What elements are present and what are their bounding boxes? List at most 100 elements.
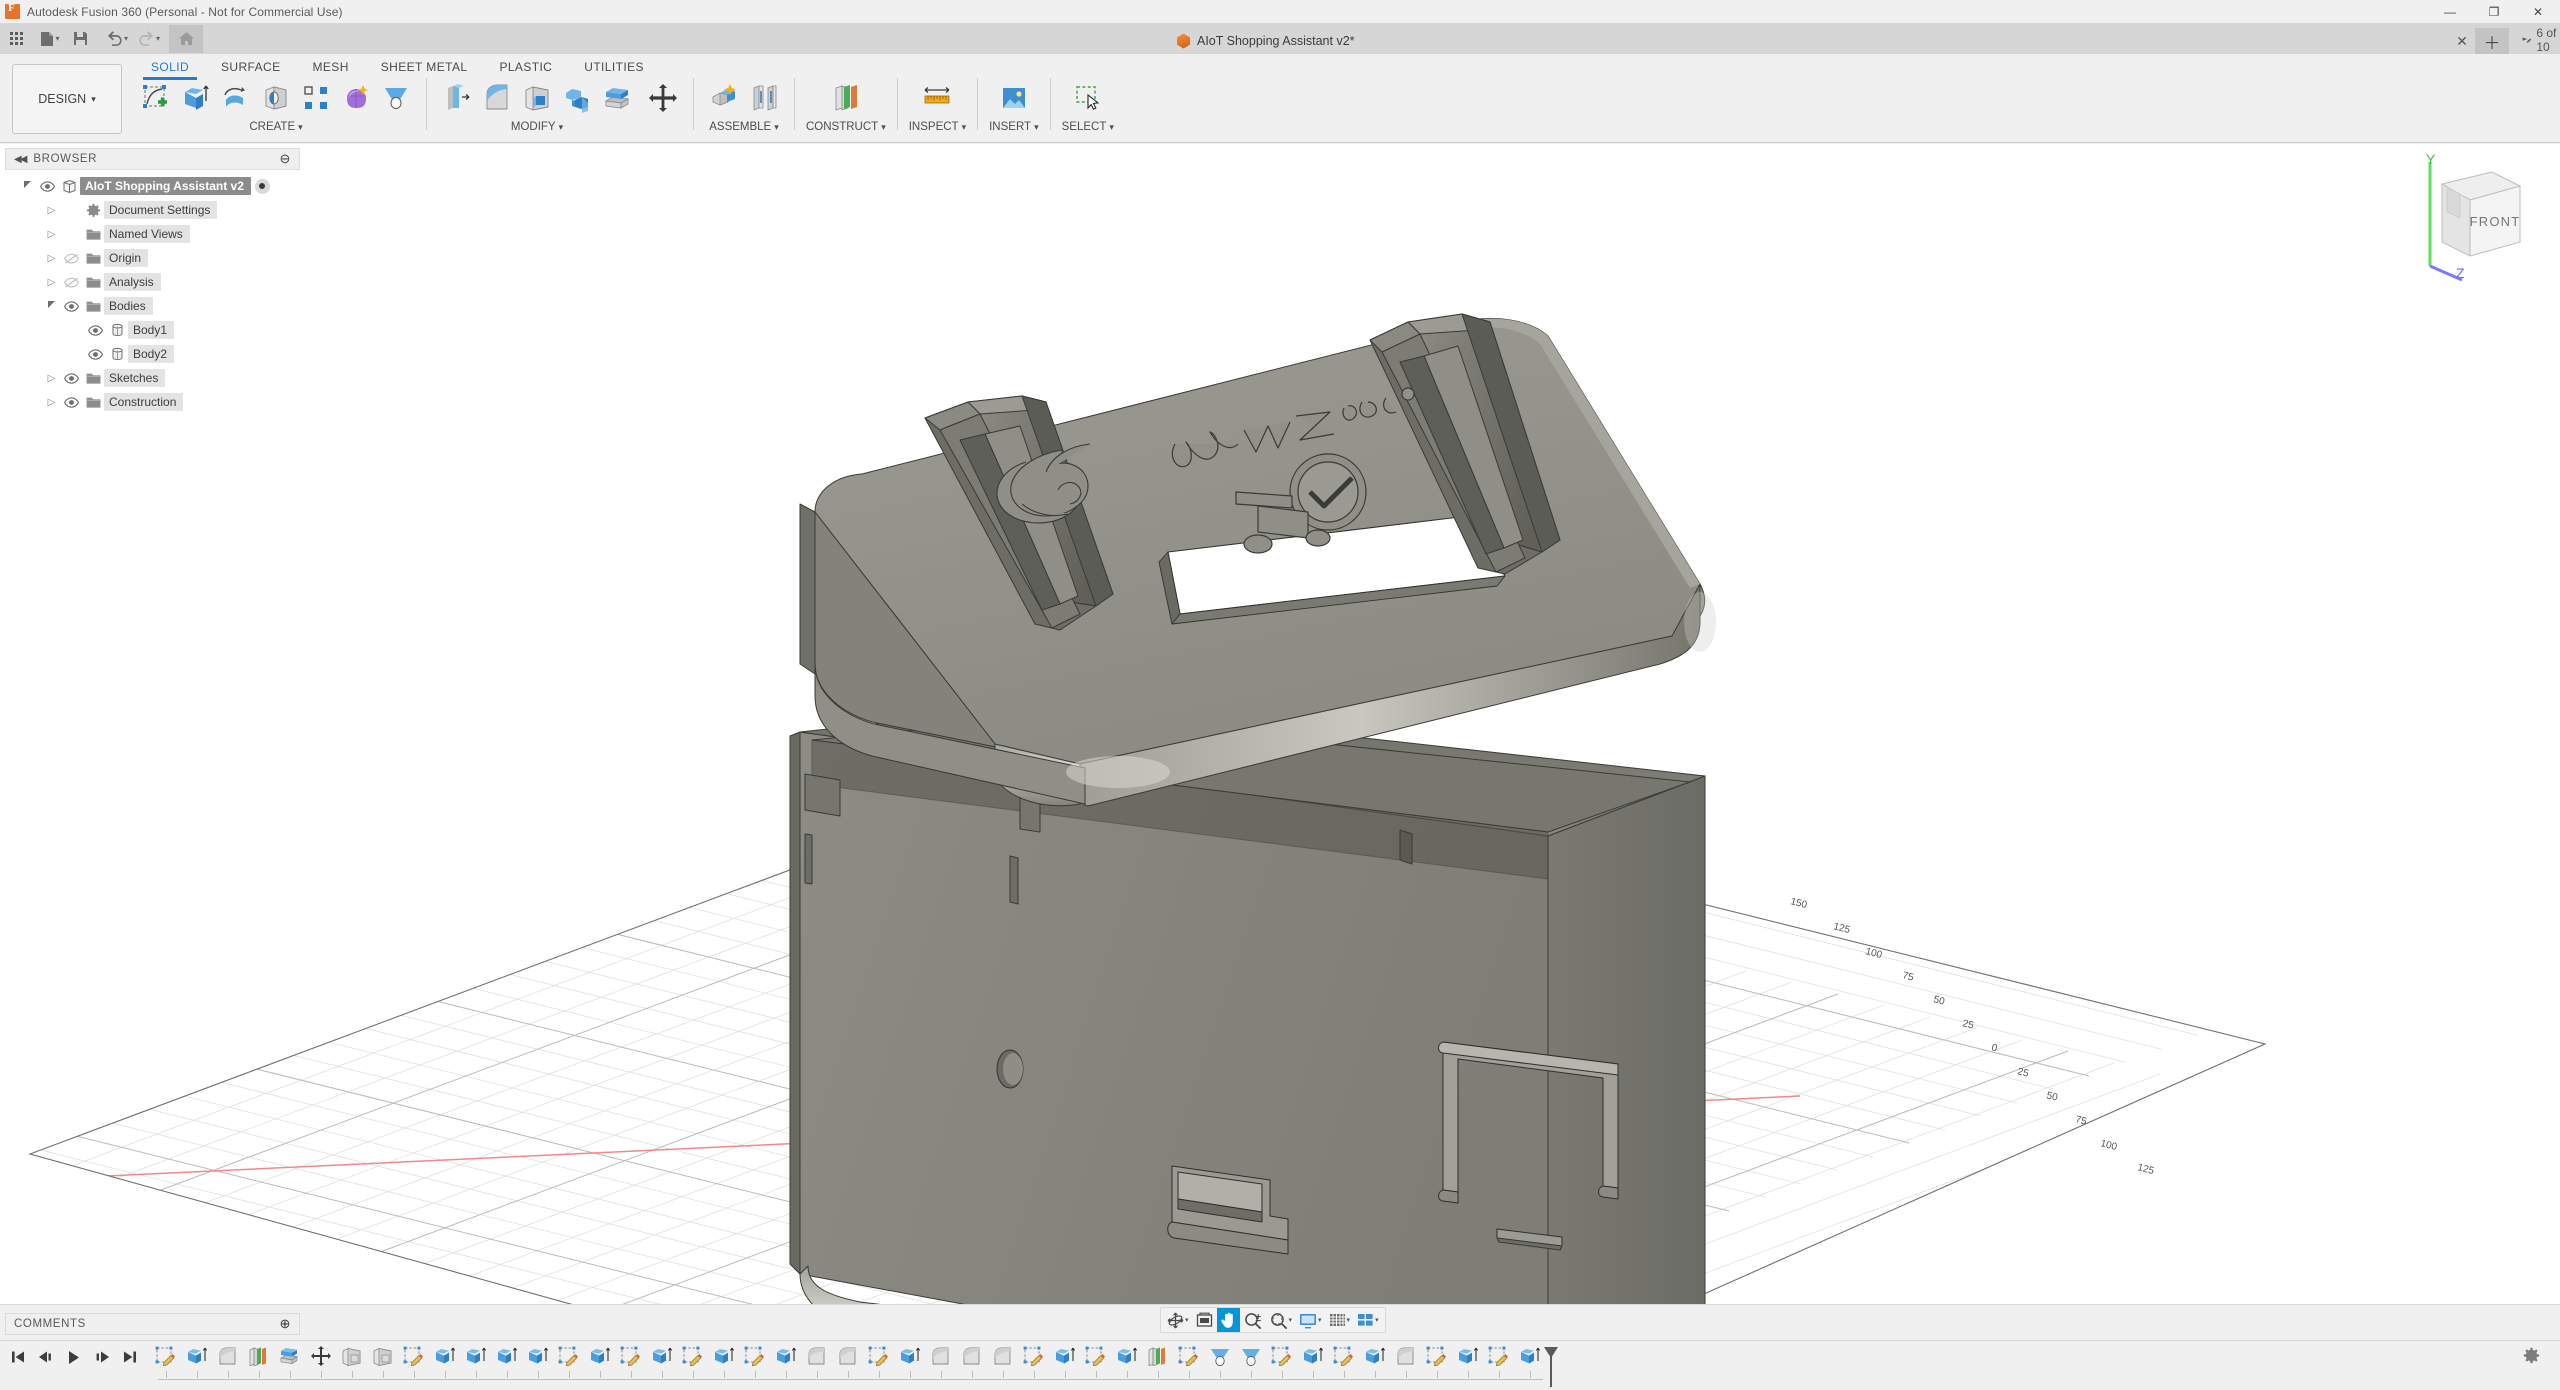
tree-item-bodies[interactable]: Bodies [5, 294, 300, 318]
maximize-button[interactable]: ❐ [2472, 0, 2516, 23]
expand-arrow-icon[interactable] [19, 180, 36, 193]
panel-select-label[interactable]: SELECT ▾ [1062, 121, 1114, 133]
pan-button[interactable] [1217, 1308, 1240, 1332]
timeline-feature-extrude[interactable] [1514, 1341, 1545, 1371]
tree-item-analysis[interactable]: ▷Analysis [5, 270, 300, 294]
timeline-track[interactable] [150, 1341, 1545, 1387]
zoom-button[interactable] [1241, 1308, 1266, 1332]
insert-image-icon[interactable] [995, 78, 1033, 118]
tree-item-document-settings[interactable]: ▷Document Settings [5, 198, 300, 222]
comments-panel[interactable]: COMMENTS ⊕ [5, 1313, 300, 1335]
timeline-feature-extrude[interactable] [429, 1341, 460, 1371]
view-cube[interactable]: Y Z FRONT [2400, 154, 2530, 284]
grid-snaps-button[interactable]: ▾ [1326, 1308, 1354, 1332]
visibility-on-icon[interactable] [60, 373, 82, 384]
collapse-arrow-icon[interactable]: ▷ [43, 253, 60, 264]
tree-item-body1[interactable]: Body1 [5, 318, 300, 342]
tree-item-body2[interactable]: Body2 [5, 342, 300, 366]
timeline-feature-extrude[interactable] [1049, 1341, 1080, 1371]
construct-plane-icon[interactable] [827, 78, 865, 118]
timeline-feature-fillet[interactable] [212, 1341, 243, 1371]
timeline-feature-shell[interactable] [336, 1341, 367, 1371]
visibility-on-icon[interactable] [84, 349, 106, 360]
chevron-down-icon[interactable]: ▾ [1318, 1316, 1322, 1324]
activate-component-radio[interactable] [255, 179, 270, 194]
timeline-feature-fillet[interactable] [1390, 1341, 1421, 1371]
chevron-down-icon[interactable]: ▾ [1185, 1316, 1189, 1324]
timeline-feature-sketch[interactable] [1173, 1341, 1204, 1371]
visibility-on-icon[interactable] [36, 181, 58, 192]
new-tab-button[interactable]: ＋ [2475, 28, 2509, 54]
timeline-feature-sketch[interactable] [398, 1341, 429, 1371]
tab-solid[interactable]: SOLID [135, 58, 205, 80]
timeline-feature-extrude[interactable] [1111, 1341, 1142, 1371]
timeline-feature-extrude[interactable] [708, 1341, 739, 1371]
timeline-feature-loft[interactable] [1204, 1341, 1235, 1371]
tree-item-origin[interactable]: ▷Origin [5, 246, 300, 270]
revolve-icon[interactable] [217, 78, 255, 118]
timeline-feature-sketch[interactable] [1266, 1341, 1297, 1371]
job-status-button[interactable]: 6 of 10 [2515, 28, 2560, 52]
chevron-down-icon[interactable]: ▾ [1375, 1316, 1379, 1324]
timeline-feature-extrude[interactable] [770, 1341, 801, 1371]
timeline-feature-loft[interactable] [1235, 1341, 1266, 1371]
tab-utilities[interactable]: UTILITIES [568, 58, 660, 80]
timeline-feature-extrude[interactable] [181, 1341, 212, 1371]
redo-button[interactable]: ▾ [135, 25, 163, 53]
timeline-feature-fillet[interactable] [956, 1341, 987, 1371]
rectangular-pattern-icon[interactable] [297, 78, 335, 118]
visibility-off-icon[interactable] [60, 277, 82, 288]
timeline-feature-sketch[interactable] [863, 1341, 894, 1371]
chevron-down-icon[interactable]: ▾ [55, 34, 59, 43]
loft-icon[interactable] [377, 78, 415, 118]
go-to-beginning-button[interactable] [6, 1342, 30, 1372]
go-to-end-button[interactable] [118, 1342, 142, 1372]
collapse-arrow-icon[interactable]: ▷ [43, 397, 60, 408]
timeline-feature-sketch[interactable] [1421, 1341, 1452, 1371]
timeline-feature-offset-face[interactable] [274, 1341, 305, 1371]
orbit-button[interactable]: ▾ [1164, 1308, 1192, 1332]
display-settings-button[interactable]: ▾ [1296, 1308, 1325, 1332]
visibility-on-icon[interactable] [60, 397, 82, 408]
close-tab-button[interactable]: ✕ [2453, 32, 2471, 50]
collapse-arrow-icon[interactable]: ▷ [43, 277, 60, 288]
timeline-feature-construct-plane[interactable] [1142, 1341, 1173, 1371]
tree-item-named-views[interactable]: ▷Named Views [5, 222, 300, 246]
timeline-feature-sketch[interactable] [150, 1341, 181, 1371]
timeline-feature-extrude[interactable] [1297, 1341, 1328, 1371]
timeline-feature-fillet[interactable] [801, 1341, 832, 1371]
play-button[interactable] [62, 1342, 86, 1372]
collapse-arrow-icon[interactable]: ▷ [43, 205, 60, 216]
hole-icon[interactable] [257, 78, 295, 118]
offset-face-icon[interactable] [598, 78, 636, 118]
timeline-feature-extrude[interactable] [894, 1341, 925, 1371]
timeline-feature-extrude[interactable] [584, 1341, 615, 1371]
select-window-icon[interactable] [1069, 78, 1107, 118]
timeline-feature-sketch[interactable] [1328, 1341, 1359, 1371]
minimize-button[interactable]: — [2428, 0, 2472, 23]
panel-modify-label[interactable]: MODIFY ▾ [511, 121, 563, 133]
timeline-feature-sketch[interactable] [1483, 1341, 1514, 1371]
timeline-playhead[interactable] [1543, 1347, 1559, 1387]
extrude-icon[interactable] [177, 78, 215, 118]
document-tab[interactable]: AIoT Shopping Assistant v2* [1165, 28, 1367, 54]
tab-surface[interactable]: SURFACE [205, 58, 296, 80]
chevron-down-icon[interactable]: ▾ [156, 34, 160, 43]
measure-icon[interactable] [918, 78, 956, 118]
tree-item-construction[interactable]: ▷Construction [5, 390, 300, 414]
collapse-arrow-icon[interactable]: ▷ [43, 373, 60, 384]
save-button[interactable] [67, 25, 93, 53]
shell-icon[interactable] [518, 78, 556, 118]
timeline-feature-extrude[interactable] [646, 1341, 677, 1371]
move-copy-icon[interactable] [644, 78, 682, 118]
panel-create-label[interactable]: CREATE ▾ [249, 121, 302, 133]
new-component-icon[interactable] [705, 78, 743, 118]
timeline-feature-extrude[interactable] [522, 1341, 553, 1371]
timeline-feature-sketch[interactable] [677, 1341, 708, 1371]
timeline-feature-sketch[interactable] [1018, 1341, 1049, 1371]
timeline-feature-sketch[interactable] [739, 1341, 770, 1371]
timeline-feature-sketch[interactable] [1080, 1341, 1111, 1371]
step-back-button[interactable] [34, 1342, 58, 1372]
chevron-down-icon[interactable]: ▾ [1289, 1316, 1293, 1324]
workspace-selector[interactable]: DESIGN ▾ [12, 64, 122, 134]
